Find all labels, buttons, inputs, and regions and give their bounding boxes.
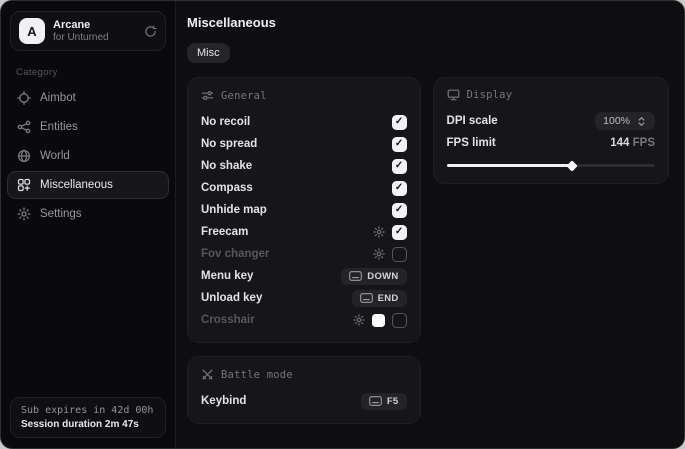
page-title: Miscellaneous xyxy=(187,15,669,30)
sidebar-item-aimbot[interactable]: Aimbot xyxy=(7,84,169,112)
tab-bar: Misc xyxy=(187,43,669,63)
crosshair-settings-gear-icon[interactable] xyxy=(353,314,365,326)
display-card: Display DPI scale 100% xyxy=(433,77,669,184)
battle-mode-card-header: Battle mode xyxy=(201,368,407,381)
globe-icon xyxy=(17,149,31,163)
battle-mode-card-title: Battle mode xyxy=(221,369,293,381)
display-card-header: Display xyxy=(447,89,655,101)
category-label: Category xyxy=(16,67,175,78)
sidebar-item-miscellaneous[interactable]: Miscellaneous xyxy=(7,171,169,199)
keybind-value: END xyxy=(378,293,399,304)
setting-row-keybind: Keybind F5 xyxy=(201,390,407,412)
app-subtitle: for Unturned xyxy=(53,32,136,44)
gear-icon xyxy=(17,207,31,221)
battle-mode-card: Battle mode Keybind F5 xyxy=(187,356,421,424)
check-icon: ✓ xyxy=(395,205,403,215)
app-header-card: A Arcane for Unturned xyxy=(10,11,166,51)
dpi-scale-value: 100% xyxy=(603,115,630,127)
unhide-map-checkbox[interactable]: ✓ xyxy=(392,203,407,218)
app-window: A Arcane for Unturned Category Aimbot xyxy=(0,0,685,449)
compass-checkbox[interactable]: ✓ xyxy=(392,181,407,196)
general-card: General No recoil ✓ No spread ✓ No shake… xyxy=(187,77,421,343)
sliders-icon xyxy=(201,89,214,102)
sidebar-item-settings[interactable]: Settings xyxy=(7,200,169,228)
sidebar-item-label: Aimbot xyxy=(40,92,76,104)
general-card-header: General xyxy=(201,89,407,102)
fov-changer-settings-gear-icon[interactable] xyxy=(373,248,385,260)
refresh-icon[interactable] xyxy=(144,25,157,38)
freecam-settings-gear-icon[interactable] xyxy=(373,226,385,238)
setting-row-menu-key: Menu key DOWN xyxy=(201,265,407,287)
check-icon: ✓ xyxy=(395,183,403,193)
check-icon: ✓ xyxy=(395,117,403,127)
sub-expires-text: Sub expires in 42d 00h xyxy=(21,405,155,416)
setting-row-dpi-scale: DPI scale 100% xyxy=(447,110,655,132)
fps-slider-handle[interactable] xyxy=(566,160,577,171)
app-title-block: Arcane for Unturned xyxy=(53,19,136,43)
main-content: Miscellaneous Misc General xyxy=(176,1,684,448)
sidebar-item-entities[interactable]: Entities xyxy=(7,113,169,141)
grid-icon xyxy=(17,178,31,192)
freecam-checkbox[interactable]: ✓ xyxy=(392,225,407,240)
sidebar: A Arcane for Unturned Category Aimbot xyxy=(1,1,176,448)
setting-row-no-shake: No shake ✓ xyxy=(201,155,407,177)
keyboard-icon xyxy=(369,396,382,406)
sidebar-item-label: Miscellaneous xyxy=(40,179,113,191)
unfold-icon xyxy=(636,116,647,127)
keybind-value: DOWN xyxy=(367,271,398,282)
fov-changer-checkbox[interactable] xyxy=(392,247,407,262)
keyboard-icon xyxy=(360,293,373,303)
entities-icon xyxy=(17,120,31,134)
setting-row-compass: Compass ✓ xyxy=(201,177,407,199)
setting-row-fps-limit: FPS limit 144 FPS xyxy=(447,132,655,154)
monitor-icon xyxy=(447,89,460,101)
check-icon: ✓ xyxy=(395,139,403,149)
subscription-card: Sub expires in 42d 00h Session duration … xyxy=(10,397,166,438)
dpi-scale-select[interactable]: 100% xyxy=(595,112,655,130)
setting-row-unhide-map: Unhide map ✓ xyxy=(201,199,407,221)
check-icon: ✓ xyxy=(395,161,403,171)
battle-mode-keybind-button[interactable]: F5 xyxy=(361,393,407,410)
sidebar-item-label: Settings xyxy=(40,208,82,220)
setting-row-no-recoil: No recoil ✓ xyxy=(201,111,407,133)
check-icon: ✓ xyxy=(395,227,403,237)
crosshair-icon xyxy=(17,91,31,105)
crosshair-color-swatch[interactable] xyxy=(372,314,385,327)
setting-row-crosshair: Crosshair xyxy=(201,309,407,331)
unload-key-keybind-button[interactable]: END xyxy=(352,290,407,307)
fps-slider-fill xyxy=(447,164,572,167)
setting-row-fov-changer: Fov changer xyxy=(201,243,407,265)
swords-icon xyxy=(201,368,214,381)
sidebar-item-world[interactable]: World xyxy=(7,142,169,170)
setting-row-unload-key: Unload key END xyxy=(201,287,407,309)
menu-key-keybind-button[interactable]: DOWN xyxy=(341,268,406,285)
keyboard-icon xyxy=(349,271,362,281)
setting-row-freecam: Freecam ✓ xyxy=(201,221,407,243)
sidebar-item-label: World xyxy=(40,150,70,162)
no-shake-checkbox[interactable]: ✓ xyxy=(392,159,407,174)
session-duration-text: Session duration 2m 47s xyxy=(21,419,155,430)
setting-row-no-spread: No spread ✓ xyxy=(201,133,407,155)
fps-limit-slider[interactable] xyxy=(447,158,655,172)
tab-misc[interactable]: Misc xyxy=(187,43,230,63)
keybind-value: F5 xyxy=(387,396,399,407)
sidebar-item-label: Entities xyxy=(40,121,78,133)
fps-limit-value: 144 FPS xyxy=(610,137,655,149)
app-name: Arcane xyxy=(53,19,136,32)
crosshair-checkbox[interactable] xyxy=(392,313,407,328)
no-spread-checkbox[interactable]: ✓ xyxy=(392,137,407,152)
display-card-title: Display xyxy=(467,89,513,101)
app-logo: A xyxy=(19,18,45,44)
no-recoil-checkbox[interactable]: ✓ xyxy=(392,115,407,130)
general-card-title: General xyxy=(221,90,267,102)
sidebar-nav: Aimbot Entities World xyxy=(1,84,175,397)
